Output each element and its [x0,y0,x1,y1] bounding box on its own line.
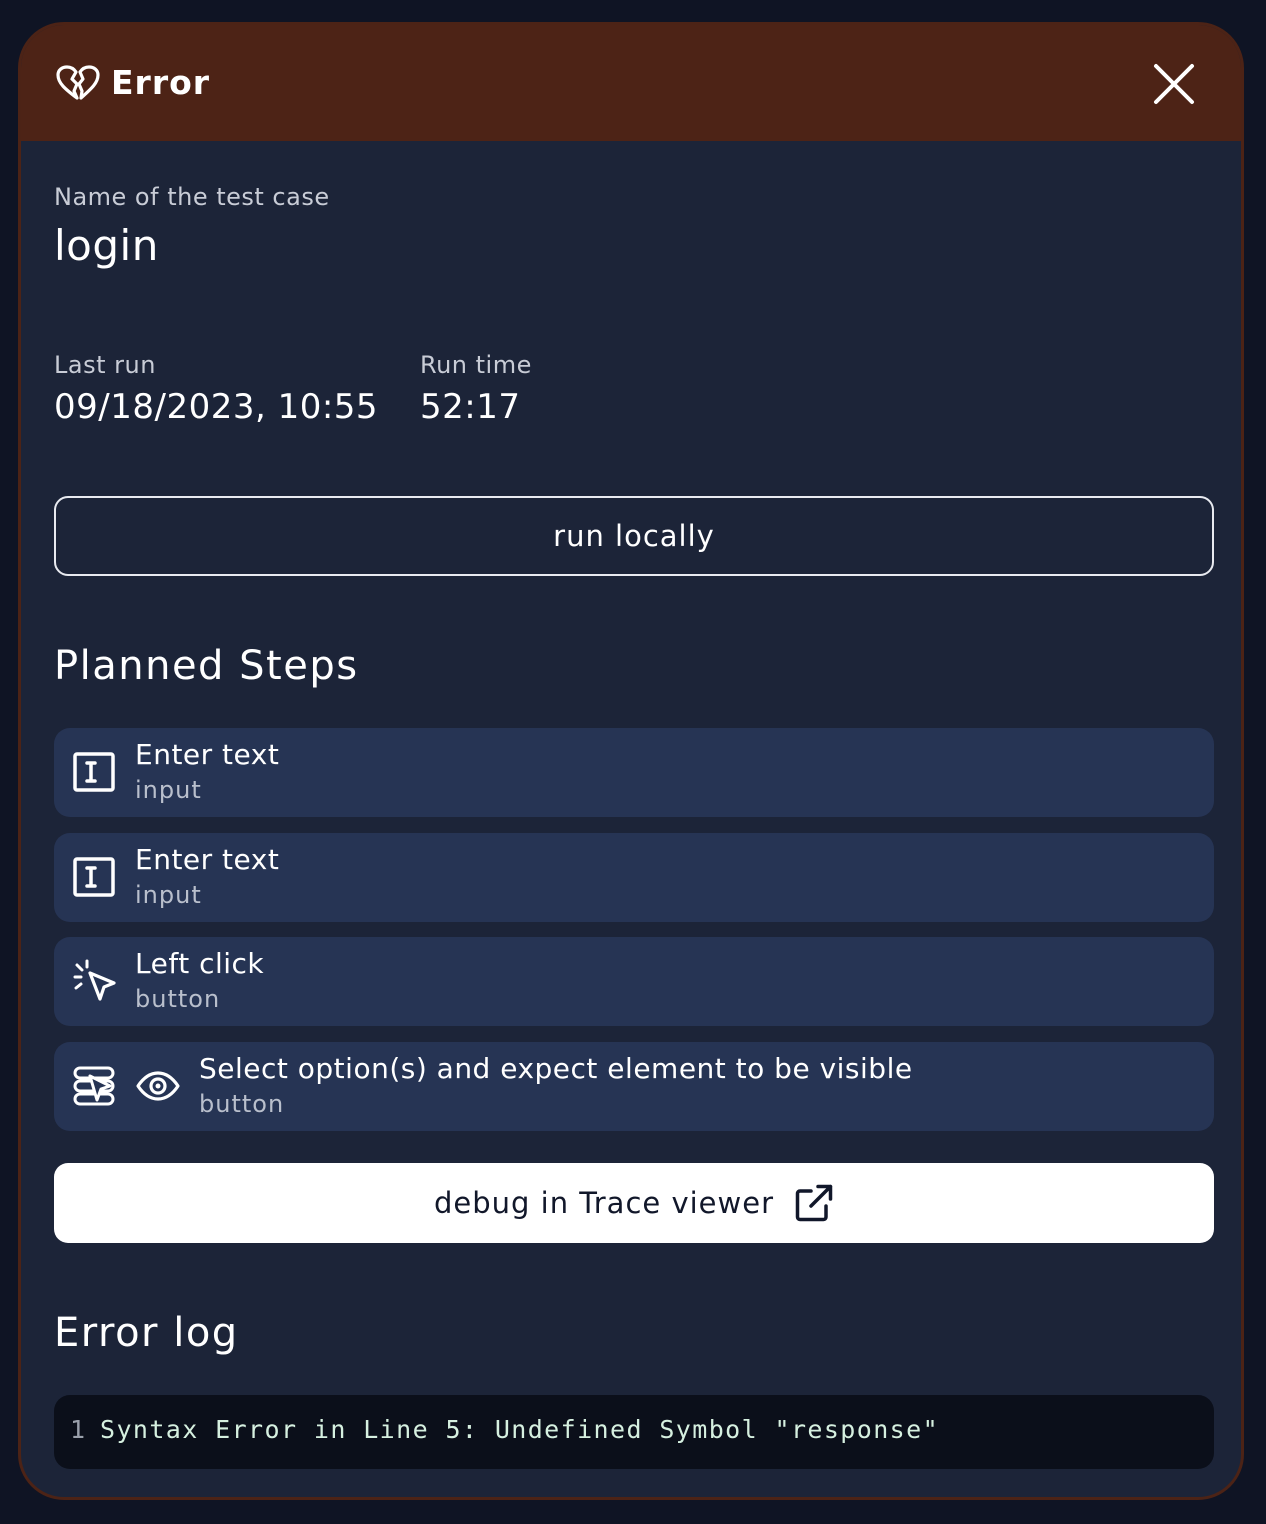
text-input-icon [73,857,115,897]
error-log-panel: 1 Syntax Error in Line 5: Undefined Symb… [54,1395,1214,1469]
error-dialog: Error Name of the test case login Last r… [18,22,1244,1500]
test-case-name: login [54,221,159,270]
run-locally-button[interactable]: run locally [54,496,1214,576]
step-title: Enter text [135,843,280,876]
select-option-icon [73,1066,115,1106]
broken-heart-icon [56,65,100,100]
step-subtitle: button [135,985,221,1013]
close-icon[interactable] [1151,61,1197,107]
step-title: Enter text [135,738,280,771]
eye-icon [136,1071,180,1101]
run-time-value: 52:17 [420,387,521,427]
log-line-number: 1 [70,1415,86,1444]
error-log-title: Error log [54,1310,239,1356]
step-subtitle: button [199,1090,285,1118]
test-case-name-label: Name of the test case [54,183,330,211]
step-subtitle: input [135,881,202,909]
dialog-header: Error [21,25,1241,141]
debug-button-label: debug in Trace viewer [433,1186,774,1220]
step-title: Left click [135,947,265,980]
step-item[interactable]: Enter text input [54,833,1214,922]
external-link-icon [795,1184,833,1222]
run-locally-label: run locally [553,519,715,553]
planned-steps-title: Planned Steps [54,643,359,689]
cursor-click-icon [73,959,116,1001]
log-line-text: Syntax Error in Line 5: Undefined Symbol… [100,1415,940,1444]
debug-trace-viewer-button[interactable]: debug in Trace viewer [54,1163,1214,1243]
last-run-label: Last run [54,351,156,379]
step-item[interactable]: Left click button [54,937,1214,1026]
last-run-value: 09/18/2023, 10:55 [54,387,379,427]
step-subtitle: input [135,776,202,804]
step-item[interactable]: Enter text input [54,728,1214,817]
dialog-title: Error [111,63,211,102]
run-time-label: Run time [420,351,532,379]
step-item[interactable]: Select option(s) and expect element to b… [54,1042,1214,1131]
step-title: Select option(s) and expect element to b… [199,1052,913,1085]
text-input-icon [73,752,115,792]
